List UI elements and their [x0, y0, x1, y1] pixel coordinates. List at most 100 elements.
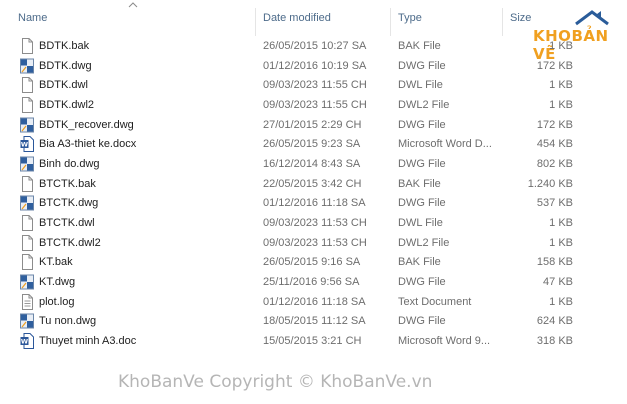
file-date-modified: 09/03/2023 11:53 CH [263, 236, 367, 249]
blank-file-icon [20, 215, 34, 232]
file-type: DWG File [398, 118, 446, 131]
file-row[interactable]: BTCTK.dwl 09/03/2023 11:53 CH DWL File 1 KB [0, 213, 627, 233]
file-type: Text Document [398, 295, 472, 308]
file-type: BAK File [398, 39, 441, 52]
file-name-cell: BTCTK.dwg [0, 195, 256, 211]
dwg-file-icon [20, 313, 34, 329]
file-row[interactable]: BTCTK.dwg 01/12/2016 11:18 SA DWG File 537 … [0, 194, 627, 214]
file-size: 1 KB [549, 236, 573, 249]
file-date-modified: 16/12/2014 8:43 SA [263, 157, 361, 170]
blank-file-icon [20, 96, 34, 113]
file-date-modified: 26/05/2015 9:16 SA [263, 256, 361, 269]
file-name: BDTK.dwl [39, 79, 88, 92]
file-type: DWL File [398, 217, 443, 230]
file-size: 1 KB [549, 39, 573, 52]
file-size: 172 KB [536, 59, 573, 72]
file-name: Bia A3-thiet ke.docx [39, 138, 137, 151]
file-name: BDTK.dwl2 [39, 98, 95, 111]
column-header-type-label: Type [398, 12, 422, 24]
column-header-name-label: Name [18, 12, 48, 24]
file-size: 172 KB [536, 118, 573, 131]
file-name: BDTK.dwg [39, 59, 92, 72]
file-size: 624 KB [536, 315, 573, 328]
file-name-cell: BTCTK.dwl2 [0, 234, 256, 251]
file-row[interactable]: BDTK.bak 26/05/2015 10:27 SA BAK File 1 KB [0, 36, 627, 56]
column-header-date-modified[interactable]: Date modified [256, 8, 391, 36]
file-name-cell: plot.log [0, 293, 256, 310]
file-name-cell: BDTK.dwg [0, 58, 256, 74]
file-date-modified: 01/12/2016 10:19 SA [263, 59, 367, 72]
dwg-file-icon [20, 117, 34, 133]
file-name-cell: BDTK.bak [0, 37, 256, 54]
file-row[interactable]: BDTK.dwl2 09/03/2023 11:55 CH DWL2 File 1 K… [0, 95, 627, 115]
file-type: Microsoft Word D... [398, 138, 492, 151]
column-header-name[interactable]: Name [0, 8, 256, 36]
file-name-cell: Binh do.dwg [0, 156, 256, 172]
dwg-file-icon [20, 58, 34, 74]
file-name: BTCTK.dwg [39, 197, 99, 210]
file-name: KT.bak [39, 256, 73, 269]
column-header-type[interactable]: Type [391, 8, 503, 36]
file-row[interactable]: Binh do.dwg 16/12/2014 8:43 SA DWG File 802… [0, 154, 627, 174]
blank-file-icon [20, 77, 34, 94]
file-date-modified: 09/03/2023 11:55 CH [263, 79, 367, 92]
blank-file-icon [20, 234, 34, 251]
file-row[interactable]: W Thuyet minh A3.doc 15/05/2015 3:21 CH Mic… [0, 331, 627, 351]
file-size: 1.240 KB [527, 177, 573, 190]
file-name-cell: W Thuyet minh A3.doc [0, 333, 256, 350]
file-row[interactable]: BTCTK.bak 22/05/2015 3:42 CH BAK File 1.240… [0, 174, 627, 194]
file-type: BAK File [398, 256, 441, 269]
watermark: KhoBanVe Copyright © KhoBanVe.vn [118, 372, 433, 392]
blank-file-icon [20, 175, 34, 192]
file-row[interactable]: BDTK.dwg 01/12/2016 10:19 SA DWG File 172 K… [0, 56, 627, 76]
file-date-modified: 09/03/2023 11:53 CH [263, 217, 367, 230]
file-type: Microsoft Word 9... [398, 335, 491, 348]
file-name-cell: BTCTK.bak [0, 175, 256, 192]
file-row[interactable]: plot.log 01/12/2016 11:18 SA Text Document… [0, 292, 627, 312]
file-name: KT.dwg [39, 276, 76, 289]
file-name-cell: BDTK_recover.dwg [0, 117, 256, 133]
file-date-modified: 15/05/2015 3:21 CH [263, 335, 362, 348]
file-size: 454 KB [536, 138, 573, 151]
svg-text:W: W [21, 141, 28, 149]
file-date-modified: 22/05/2015 3:42 CH [263, 177, 362, 190]
file-size: 1 KB [549, 295, 573, 308]
file-row[interactable]: BDTK.dwl 09/03/2023 11:55 CH DWL File 1 KB [0, 75, 627, 95]
file-type: BAK File [398, 177, 441, 190]
file-name: Thuyet minh A3.doc [39, 335, 137, 348]
file-row[interactable]: KT.dwg 25/11/2016 9:56 SA DWG File 47 KB [0, 272, 627, 292]
file-size: 158 KB [536, 256, 573, 269]
file-name-cell: KT.bak [0, 254, 256, 271]
word-file-icon: W [20, 333, 34, 350]
file-row[interactable]: W Bia A3-thiet ke.docx 26/05/2015 9:23 SA M… [0, 134, 627, 154]
file-size: 318 KB [536, 335, 573, 348]
file-date-modified: 26/05/2015 9:23 SA [263, 138, 361, 151]
file-row[interactable]: KT.bak 26/05/2015 9:16 SA BAK File 158 KB [0, 253, 627, 273]
file-type: DWG File [398, 276, 446, 289]
file-name: BTCTK.dwl [39, 217, 95, 230]
file-name-cell: BTCTK.dwl [0, 215, 256, 232]
svg-text:W: W [21, 338, 28, 346]
file-list: BDTK.bak 26/05/2015 10:27 SA BAK File 1 KB B… [0, 36, 627, 351]
file-name: Tu non.dwg [39, 315, 97, 328]
file-date-modified: 27/01/2015 2:29 CH [263, 118, 362, 131]
blank-file-icon [20, 37, 34, 54]
file-size: 1 KB [549, 79, 573, 92]
file-type: DWL2 File [398, 98, 450, 111]
word-file-icon: W [20, 136, 34, 153]
file-name: BDTK.bak [39, 39, 90, 52]
column-header-date-label: Date modified [263, 12, 331, 24]
dwg-file-icon [20, 195, 34, 211]
column-header-size-label: Size [510, 12, 532, 24]
file-row[interactable]: BTCTK.dwl2 09/03/2023 11:53 CH DWL2 File 1 … [0, 233, 627, 253]
file-date-modified: 18/05/2015 11:12 SA [263, 315, 366, 328]
file-row[interactable]: Tu non.dwg 18/05/2015 11:12 SA DWG File 624… [0, 312, 627, 332]
file-date-modified: 09/03/2023 11:55 CH [263, 98, 367, 111]
file-row[interactable]: BDTK_recover.dwg 27/01/2015 2:29 CH DWG Fi… [0, 115, 627, 135]
file-size: 802 KB [536, 157, 573, 170]
file-size: 47 KB [543, 276, 573, 289]
file-name: BDTK_recover.dwg [39, 118, 134, 131]
file-name-cell: BDTK.dwl2 [0, 96, 256, 113]
dwg-file-icon [20, 156, 34, 172]
file-name: plot.log [39, 295, 75, 308]
